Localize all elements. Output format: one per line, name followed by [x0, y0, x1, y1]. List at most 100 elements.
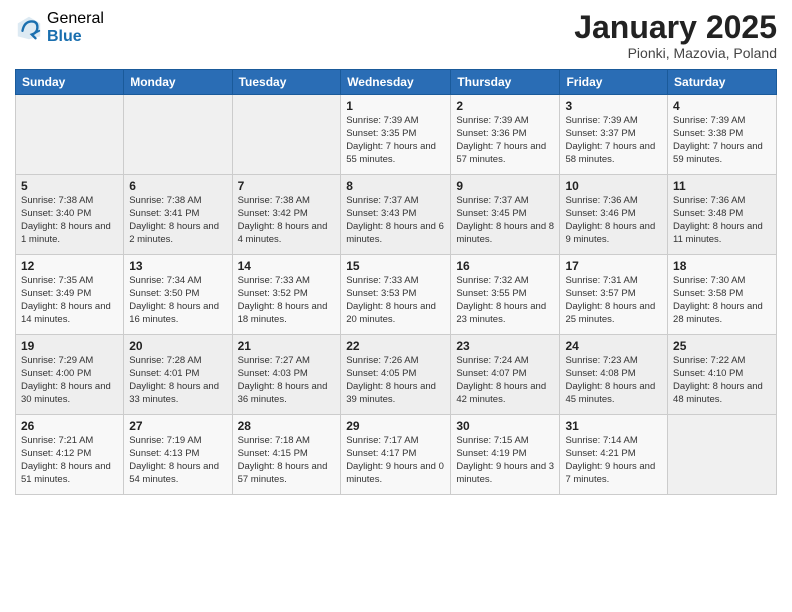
day-number: 27 — [129, 419, 226, 433]
header-saturday: Saturday — [668, 70, 777, 95]
day-info: Sunrise: 7:39 AM Sunset: 3:35 PM Dayligh… — [346, 115, 445, 166]
calendar-week-5: 26Sunrise: 7:21 AM Sunset: 4:12 PM Dayli… — [16, 415, 777, 495]
day-info: Sunrise: 7:38 AM Sunset: 3:41 PM Dayligh… — [129, 195, 226, 246]
calendar-cell: 27 Sunrise: 7:19 AM Sunset: 4:13 PM Dayli… — [124, 415, 232, 495]
header-thursday: Thursday — [451, 70, 560, 95]
day-info: Sunrise: 7:34 AM Sunset: 3:50 PM Dayligh… — [129, 275, 226, 326]
day-number: 19 — [21, 339, 118, 353]
day-number: 2 — [456, 99, 554, 113]
calendar-cell: 24 Sunrise: 7:23 AM Sunset: 4:08 PM Dayli… — [560, 335, 668, 415]
calendar-cell: 10 Sunrise: 7:36 AM Sunset: 3:46 PM Dayli… — [560, 175, 668, 255]
day-number: 17 — [565, 259, 662, 273]
day-number: 25 — [673, 339, 771, 353]
calendar-cell: 9 Sunrise: 7:37 AM Sunset: 3:45 PM Daylig… — [451, 175, 560, 255]
day-info: Sunrise: 7:39 AM Sunset: 3:37 PM Dayligh… — [565, 115, 662, 166]
calendar-cell: 31 Sunrise: 7:14 AM Sunset: 4:21 PM Dayli… — [560, 415, 668, 495]
calendar-cell: 30Sunrise: 7:15 AM Sunset: 4:19 PM Dayli… — [451, 415, 560, 495]
header-wednesday: Wednesday — [341, 70, 451, 95]
calendar-cell: 15 Sunrise: 7:33 AM Sunset: 3:53 PM Dayli… — [341, 255, 451, 335]
calendar-cell: 5 Sunrise: 7:38 AM Sunset: 3:40 PM Daylig… — [16, 175, 124, 255]
day-info: Sunrise: 7:36 AM Sunset: 3:46 PM Dayligh… — [565, 195, 662, 246]
day-number: 28 — [238, 419, 336, 433]
calendar-cell — [232, 95, 341, 175]
day-number: 15 — [346, 259, 445, 273]
calendar-cell: 29 Sunrise: 7:17 AM Sunset: 4:17 PM Dayli… — [341, 415, 451, 495]
day-info: Sunrise: 7:37 AM Sunset: 3:45 PM Dayligh… — [456, 195, 554, 246]
day-info: Sunrise: 7:23 AM Sunset: 4:08 PM Dayligh… — [565, 355, 662, 406]
day-number: 21 — [238, 339, 336, 353]
day-number: 11 — [673, 179, 771, 193]
day-number: 5 — [21, 179, 118, 193]
day-info: Sunrise: 7:22 AM Sunset: 4:10 PM Dayligh… — [673, 355, 771, 406]
day-info: Sunrise: 7:30 AM Sunset: 3:58 PM Dayligh… — [673, 275, 771, 326]
day-number: 6 — [129, 179, 226, 193]
day-info: Sunrise: 7:28 AM Sunset: 4:01 PM Dayligh… — [129, 355, 226, 406]
day-info: Sunrise: 7:32 AM Sunset: 3:55 PM Dayligh… — [456, 275, 554, 326]
calendar-week-1: 1 Sunrise: 7:39 AM Sunset: 3:35 PM Daylig… — [16, 95, 777, 175]
calendar-cell: 21 Sunrise: 7:27 AM Sunset: 4:03 PM Dayli… — [232, 335, 341, 415]
day-info: Sunrise: 7:38 AM Sunset: 3:40 PM Dayligh… — [21, 195, 118, 246]
day-info: Sunrise: 7:14 AM Sunset: 4:21 PM Dayligh… — [565, 435, 662, 486]
calendar-cell: 23 Sunrise: 7:24 AM Sunset: 4:07 PM Dayli… — [451, 335, 560, 415]
day-info: Sunrise: 7:21 AM Sunset: 4:12 PM Dayligh… — [21, 435, 118, 486]
calendar-cell: 1 Sunrise: 7:39 AM Sunset: 3:35 PM Daylig… — [341, 95, 451, 175]
day-info: Sunrise: 7:36 AM Sunset: 3:48 PM Dayligh… — [673, 195, 771, 246]
day-info: Sunrise: 7:15 AM Sunset: 4:19 PM Dayligh… — [456, 435, 554, 486]
day-number: 22 — [346, 339, 445, 353]
day-info: Sunrise: 7:18 AM Sunset: 4:15 PM Dayligh… — [238, 435, 336, 486]
day-info: Sunrise: 7:35 AM Sunset: 3:49 PM Dayligh… — [21, 275, 118, 326]
calendar-cell: 6 Sunrise: 7:38 AM Sunset: 3:41 PM Daylig… — [124, 175, 232, 255]
calendar-cell: 18Sunrise: 7:30 AM Sunset: 3:58 PM Dayli… — [668, 255, 777, 335]
logo-blue: Blue — [47, 28, 104, 46]
day-number: 1 — [346, 99, 445, 113]
day-info: Sunrise: 7:37 AM Sunset: 3:43 PM Dayligh… — [346, 195, 445, 246]
calendar-cell — [16, 95, 124, 175]
day-info: Sunrise: 7:39 AM Sunset: 3:38 PM Dayligh… — [673, 115, 771, 166]
day-number: 3 — [565, 99, 662, 113]
header-friday: Friday — [560, 70, 668, 95]
location-subtitle: Pionki, Mazovia, Poland — [574, 45, 777, 61]
day-info: Sunrise: 7:26 AM Sunset: 4:05 PM Dayligh… — [346, 355, 445, 406]
day-number: 24 — [565, 339, 662, 353]
calendar-week-4: 19 Sunrise: 7:29 AM Sunset: 4:00 PM Dayli… — [16, 335, 777, 415]
header-tuesday: Tuesday — [232, 70, 341, 95]
calendar-cell: 19 Sunrise: 7:29 AM Sunset: 4:00 PM Dayli… — [16, 335, 124, 415]
calendar-cell: 28 Sunrise: 7:18 AM Sunset: 4:15 PM Dayli… — [232, 415, 341, 495]
page-container: General Blue January 2025 Pionki, Mazovi… — [0, 0, 792, 505]
day-info: Sunrise: 7:24 AM Sunset: 4:07 PM Dayligh… — [456, 355, 554, 406]
logo-general: General — [47, 10, 104, 28]
header: General Blue January 2025 Pionki, Mazovi… — [15, 10, 777, 61]
day-info: Sunrise: 7:19 AM Sunset: 4:13 PM Dayligh… — [129, 435, 226, 486]
day-info: Sunrise: 7:27 AM Sunset: 4:03 PM Dayligh… — [238, 355, 336, 406]
calendar-cell: 4Sunrise: 7:39 AM Sunset: 3:38 PM Daylig… — [668, 95, 777, 175]
logo-icon — [15, 14, 43, 42]
calendar-cell — [124, 95, 232, 175]
day-info: Sunrise: 7:17 AM Sunset: 4:17 PM Dayligh… — [346, 435, 445, 486]
calendar-cell: 13Sunrise: 7:34 AM Sunset: 3:50 PM Dayli… — [124, 255, 232, 335]
day-number: 8 — [346, 179, 445, 193]
day-number: 23 — [456, 339, 554, 353]
day-info: Sunrise: 7:31 AM Sunset: 3:57 PM Dayligh… — [565, 275, 662, 326]
calendar-week-2: 5 Sunrise: 7:38 AM Sunset: 3:40 PM Daylig… — [16, 175, 777, 255]
calendar-table: Sunday Monday Tuesday Wednesday Thursday… — [15, 69, 777, 495]
day-number: 9 — [456, 179, 554, 193]
day-number: 16 — [456, 259, 554, 273]
day-info: Sunrise: 7:38 AM Sunset: 3:42 PM Dayligh… — [238, 195, 336, 246]
day-info: Sunrise: 7:39 AM Sunset: 3:36 PM Dayligh… — [456, 115, 554, 166]
calendar-header: Sunday Monday Tuesday Wednesday Thursday… — [16, 70, 777, 95]
day-number: 31 — [565, 419, 662, 433]
calendar-cell: 16 Sunrise: 7:32 AM Sunset: 3:55 PM Dayli… — [451, 255, 560, 335]
calendar-cell: 25 Sunrise: 7:22 AM Sunset: 4:10 PM Dayli… — [668, 335, 777, 415]
calendar-body: 1 Sunrise: 7:39 AM Sunset: 3:35 PM Daylig… — [16, 95, 777, 495]
day-number: 10 — [565, 179, 662, 193]
calendar-cell: 12 Sunrise: 7:35 AM Sunset: 3:49 PM Dayli… — [16, 255, 124, 335]
day-info: Sunrise: 7:29 AM Sunset: 4:00 PM Dayligh… — [21, 355, 118, 406]
day-number: 29 — [346, 419, 445, 433]
calendar-cell: 20Sunrise: 7:28 AM Sunset: 4:01 PM Dayli… — [124, 335, 232, 415]
day-number: 12 — [21, 259, 118, 273]
calendar-cell: 11 Sunrise: 7:36 AM Sunset: 3:48 PM Dayli… — [668, 175, 777, 255]
calendar-cell: 7Sunrise: 7:38 AM Sunset: 3:42 PM Daylig… — [232, 175, 341, 255]
day-info: Sunrise: 7:33 AM Sunset: 3:53 PM Dayligh… — [346, 275, 445, 326]
calendar-cell: 17 Sunrise: 7:31 AM Sunset: 3:57 PM Dayli… — [560, 255, 668, 335]
header-sunday: Sunday — [16, 70, 124, 95]
